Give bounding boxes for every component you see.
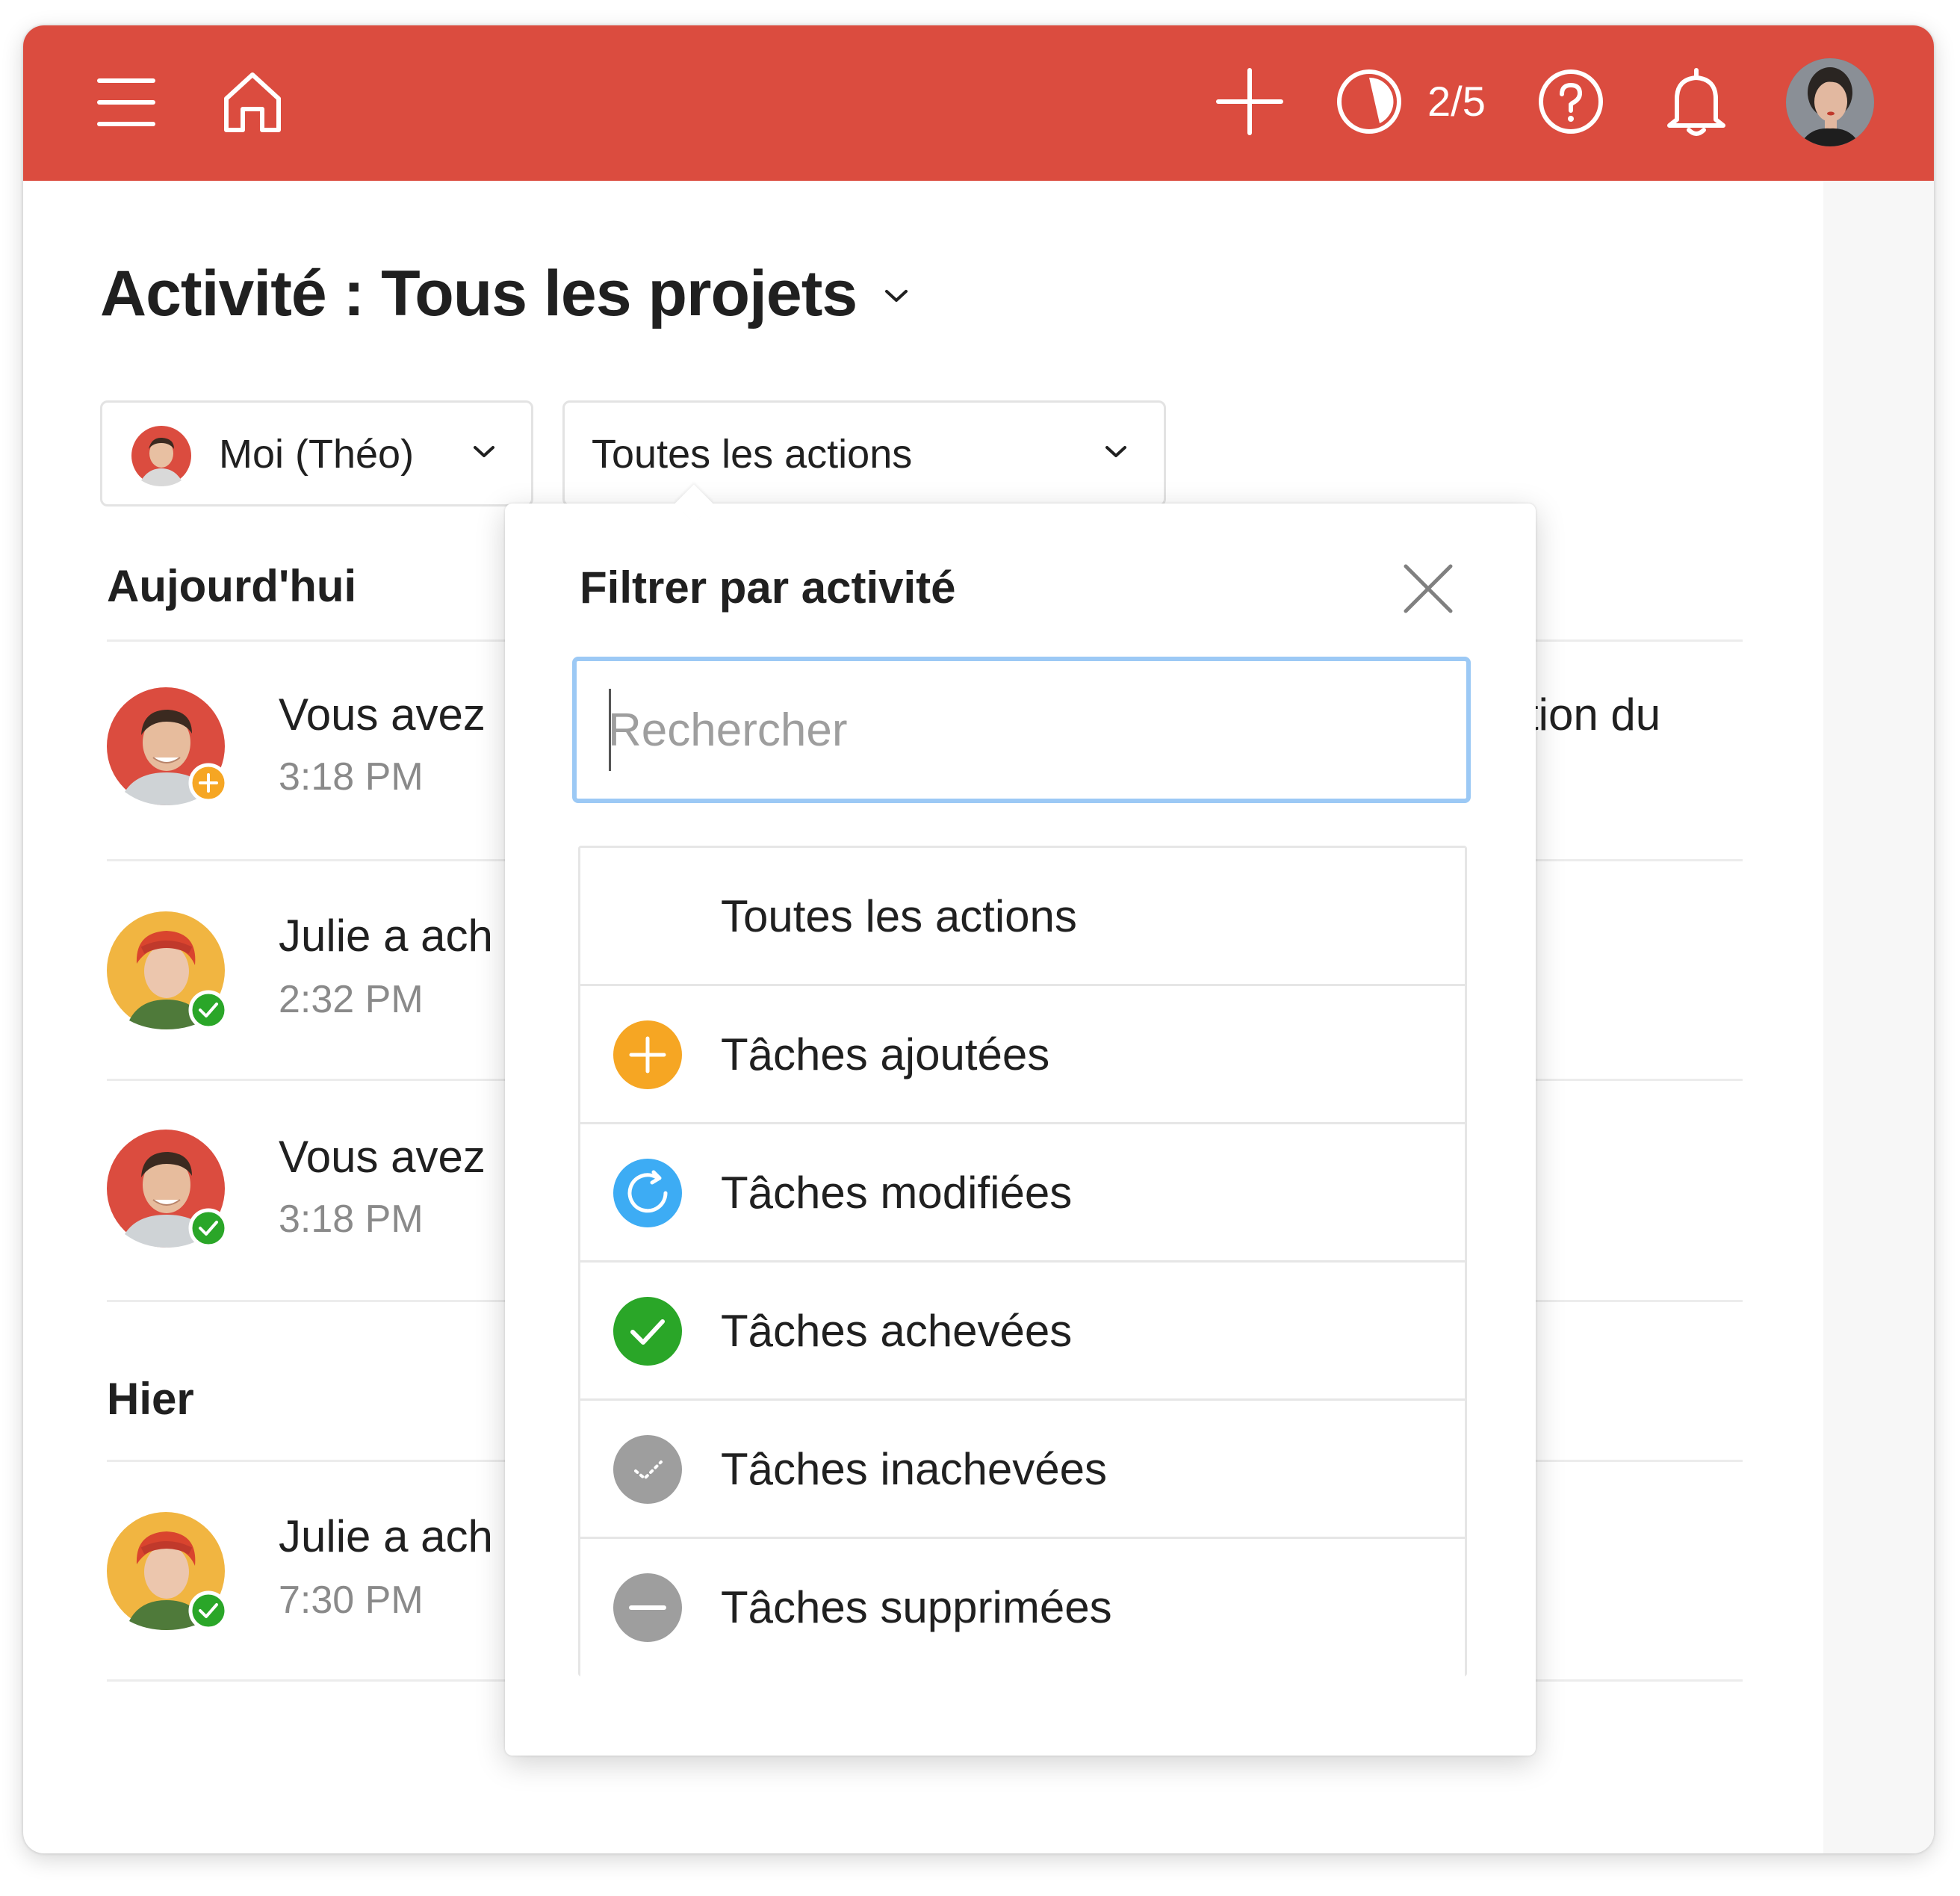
- karma-count[interactable]: 2/5: [1427, 72, 1486, 131]
- action-filter-button[interactable]: Toutes les actions: [562, 400, 1166, 506]
- option-all-actions[interactable]: Toutes les actions: [580, 848, 1465, 986]
- home-icon[interactable]: [219, 67, 286, 134]
- help-icon[interactable]: [1535, 66, 1607, 137]
- popover-title: Filtrer par activité: [580, 563, 956, 613]
- top-bar: 2/5: [23, 25, 1934, 181]
- user-filter-avatar: [131, 426, 191, 486]
- activity-time: 2:32 PM: [279, 978, 424, 1021]
- option-tasks-updated[interactable]: Tâches modifiées: [580, 1124, 1465, 1263]
- avatar: [107, 687, 225, 805]
- activity-time: 3:18 PM: [279, 755, 424, 799]
- activity-text-trailing: tion du: [1526, 690, 1661, 740]
- action-filter-label: Toutes les actions: [592, 432, 913, 477]
- option-label: Tâches ajoutées: [721, 1029, 1050, 1079]
- chevron-down-icon[interactable]: [884, 288, 909, 303]
- option-label: Tâches inachevées: [721, 1444, 1107, 1494]
- completed-icon: [613, 1297, 682, 1366]
- avatar: [107, 1130, 225, 1248]
- option-label: Toutes les actions: [721, 891, 1077, 941]
- activity-filter-popover: Filtrer par activité Toutes les actions …: [505, 484, 1536, 1756]
- deleted-icon: [613, 1573, 682, 1642]
- section-yesterday: Hier: [107, 1374, 194, 1424]
- added-icon: [613, 1020, 682, 1089]
- option-label: Tâches achevées: [721, 1306, 1073, 1356]
- activity-time: 7:30 PM: [279, 1579, 424, 1622]
- updated-icon: [613, 1159, 682, 1227]
- user-filter-label: Moi (Théo): [219, 432, 415, 477]
- activity-options-list: Toutes les actions Tâches ajoutées Tâche…: [578, 846, 1467, 1677]
- karma-pie-icon[interactable]: [1333, 66, 1405, 137]
- page-title: Activité : Tous les projets: [100, 258, 858, 329]
- option-tasks-uncompleted[interactable]: Tâches inachevées: [580, 1401, 1465, 1539]
- bell-icon[interactable]: [1660, 64, 1732, 139]
- activity-text: Julie a ach: [279, 1511, 493, 1561]
- avatar: [107, 1512, 225, 1630]
- menu-icon[interactable]: [96, 76, 156, 128]
- option-label: Tâches modifiées: [721, 1168, 1073, 1218]
- activity-text: Julie a ach: [279, 911, 493, 961]
- uncompleted-icon: [613, 1435, 682, 1504]
- user-avatar[interactable]: [1786, 58, 1874, 146]
- chevron-down-icon: [1105, 446, 1126, 457]
- app-window: 2/5 Activité : Tous les projets Moi (Thé…: [23, 25, 1934, 1853]
- right-gutter: [1823, 181, 1934, 1853]
- user-filter-button[interactable]: Moi (Théo): [100, 400, 533, 506]
- activity-time: 3:18 PM: [279, 1198, 424, 1241]
- avatar: [107, 911, 225, 1029]
- activity-text: Vous avez: [279, 690, 486, 740]
- option-tasks-deleted[interactable]: Tâches supprimées: [580, 1539, 1465, 1677]
- section-today: Aujourd'hui: [107, 561, 357, 611]
- chevron-down-icon: [474, 446, 494, 457]
- add-task-icon[interactable]: [1212, 64, 1287, 139]
- activity-text: Vous avez: [279, 1132, 486, 1182]
- option-tasks-added[interactable]: Tâches ajoutées: [580, 986, 1465, 1124]
- close-icon[interactable]: [1401, 562, 1455, 616]
- option-tasks-completed[interactable]: Tâches achevées: [580, 1263, 1465, 1401]
- option-label: Tâches supprimées: [721, 1582, 1112, 1632]
- text-caret: [609, 689, 611, 771]
- search-input[interactable]: [572, 657, 1471, 803]
